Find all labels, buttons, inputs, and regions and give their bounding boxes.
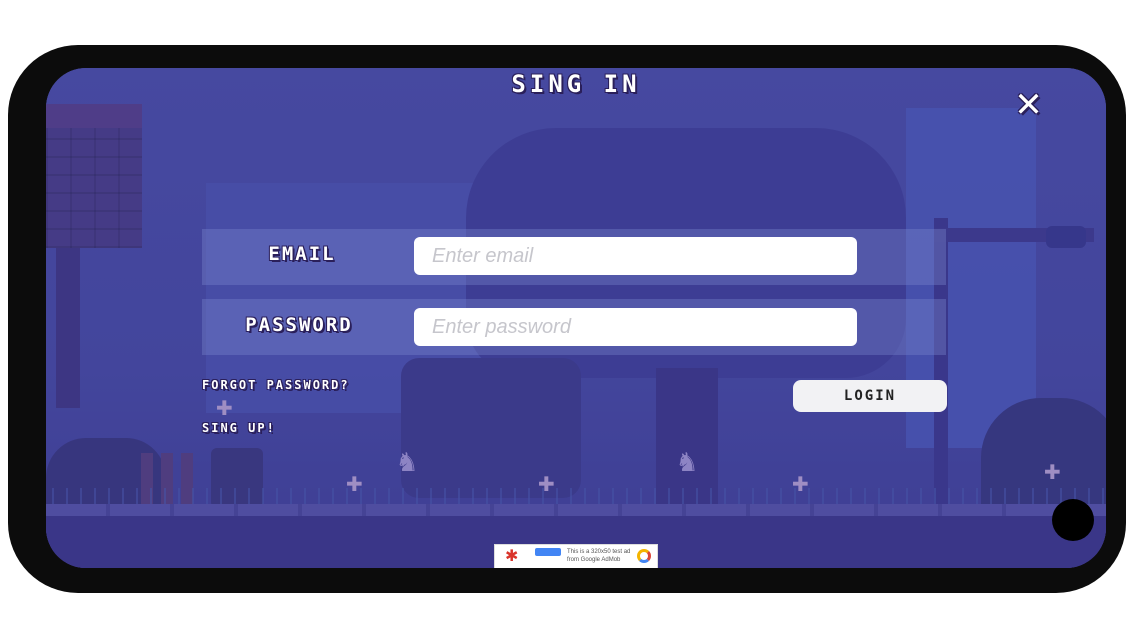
forgot-password-link[interactable]: FORGOT PASSWORD? bbox=[202, 378, 350, 392]
sign-up-link[interactable]: SING UP! bbox=[202, 421, 276, 435]
email-input[interactable] bbox=[414, 237, 857, 275]
admob-mascot-icon: ✱ bbox=[505, 548, 519, 565]
ad-banner[interactable]: ✱ This is a 320x50 test ad from Google A… bbox=[494, 544, 658, 568]
ad-badge bbox=[535, 548, 561, 556]
login-button[interactable]: LOGIN bbox=[793, 380, 947, 412]
page-title: SING IN bbox=[511, 70, 641, 98]
admob-logo-icon bbox=[637, 549, 651, 563]
close-x-icon[interactable]: ✕ bbox=[1008, 80, 1052, 124]
password-input[interactable] bbox=[414, 308, 857, 346]
camera-dot bbox=[1052, 499, 1094, 541]
ad-text: This is a 320x50 test ad from Google AdM… bbox=[567, 549, 631, 563]
email-label: EMAIL bbox=[268, 243, 336, 265]
password-label: PASSWORD bbox=[245, 314, 353, 336]
game-screen: ♞ ♞ ✚ ✚ ✚ ✚ ✚ SING IN ✕ EMAIL PASSWORD F… bbox=[46, 68, 1106, 568]
